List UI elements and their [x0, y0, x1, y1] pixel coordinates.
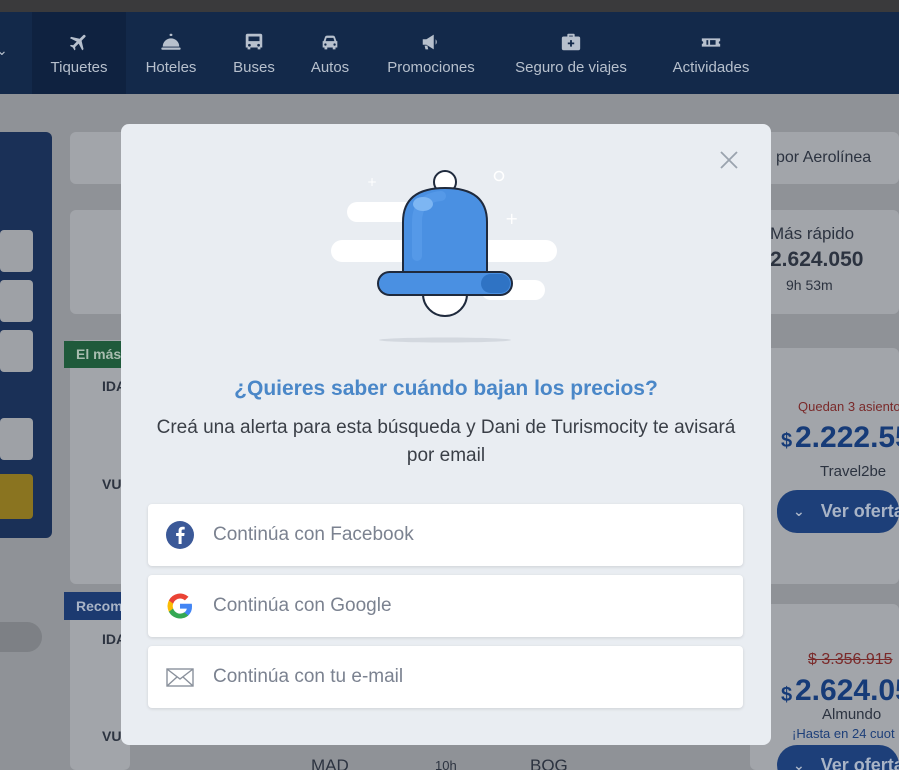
megaphone-icon — [419, 31, 443, 53]
flight-duration: 10h — [435, 758, 457, 770]
seats-left: Quedan 3 asiento — [798, 399, 899, 414]
svg-text:+: + — [505, 209, 518, 228]
bell-illustration: + + — [331, 166, 561, 346]
car-icon — [318, 31, 342, 53]
nav-label: Promociones — [387, 58, 475, 76]
old-price: $ 3.356.915 — [808, 651, 893, 668]
installments-text: ¡Hasta en 24 cuot — [792, 726, 895, 741]
best-tag: El más — [64, 341, 124, 368]
view-offer-button[interactable]: ⌄ Ver oferta — [777, 490, 899, 533]
fastest-price: 2.624.050 — [770, 248, 864, 271]
destination-code: BOG — [530, 756, 568, 770]
nav-label: Actividades — [672, 58, 750, 76]
browser-strip — [0, 0, 899, 12]
price-symbol: $ — [781, 430, 793, 452]
passengers-field[interactable] — [0, 418, 33, 460]
nav-hoteles[interactable]: Hoteles — [136, 12, 206, 94]
nav-label: Hoteles — [145, 58, 197, 76]
google-icon — [165, 591, 195, 621]
price-value: 2.624.05 — [795, 674, 899, 707]
airplane-icon — [67, 31, 91, 53]
toggle-switch[interactable] — [0, 622, 42, 652]
modal-title: ¿Quieres saber cuándo bajan los precios? — [234, 377, 658, 400]
nav-label: Buses — [233, 58, 275, 76]
origin-field[interactable] — [0, 230, 33, 272]
agency-name: Travel2be — [820, 463, 887, 480]
chevron-down-icon[interactable]: ⌄ — [0, 42, 8, 59]
search-button[interactable] — [0, 474, 33, 519]
vuelta-label: VU — [102, 728, 122, 744]
nav-actividades[interactable]: Actividades — [664, 12, 758, 94]
google-login-label: Continúa con Google — [213, 595, 392, 616]
top-navbar: ⌄ Tiquetes Hoteles Buses Autos Promocion… — [0, 12, 899, 94]
destination-field[interactable] — [0, 280, 33, 322]
sort-airline-label[interactable]: por Aerolínea — [776, 149, 871, 167]
nav-label: Tiquetes — [50, 58, 108, 76]
view-offer-button[interactable]: ⌄ Ver oferta — [777, 745, 899, 770]
nav-label: Autos — [310, 58, 350, 76]
nav-buses[interactable]: Buses — [224, 12, 284, 94]
nav-label: Seguro de viajes — [515, 58, 627, 76]
nav-seguro-de-viajes[interactable]: Seguro de viajes — [506, 12, 636, 94]
origin-code: MAD — [311, 756, 349, 770]
email-login-label: Continúa con tu e-mail — [213, 666, 404, 687]
date-field[interactable] — [0, 330, 33, 372]
envelope-icon — [165, 662, 195, 692]
price-symbol: $ — [781, 684, 793, 706]
agency-name: Almundo — [822, 706, 882, 723]
email-login-button[interactable]: Continúa con tu e-mail — [148, 646, 743, 708]
chevron-down-icon: ⌄ — [793, 756, 805, 770]
ticket-icon — [699, 31, 723, 53]
nav-promociones[interactable]: Promociones — [378, 12, 484, 94]
close-button[interactable] — [717, 148, 741, 172]
price-value: 2.222.55 — [795, 421, 899, 454]
fastest-label: Más rápido — [770, 224, 855, 243]
fastest-duration: 9h 53m — [786, 277, 833, 293]
facebook-login-label: Continúa con Facebook — [213, 524, 414, 545]
chevron-down-icon: ⌄ — [793, 503, 805, 519]
price-alert-modal: + + ¿Quieres saber cuándo bajan los prec… — [121, 124, 771, 745]
facebook-icon — [165, 520, 195, 550]
bus-icon — [242, 31, 266, 53]
vuelta-label: VU — [102, 476, 122, 492]
modal-subtitle: Creá una alerta para esta búsqueda y Dan… — [156, 417, 736, 466]
hotel-bell-icon — [159, 31, 183, 53]
svg-text:+: + — [367, 175, 377, 189]
recommended-tag: Recom — [64, 592, 124, 620]
nav-tiquetes[interactable]: Tiquetes — [32, 12, 126, 94]
close-icon — [720, 151, 738, 169]
medkit-icon — [559, 31, 583, 53]
nav-autos[interactable]: Autos — [300, 12, 360, 94]
google-login-button[interactable]: Continúa con Google — [148, 575, 743, 637]
facebook-login-button[interactable]: Continúa con Facebook — [148, 504, 743, 566]
